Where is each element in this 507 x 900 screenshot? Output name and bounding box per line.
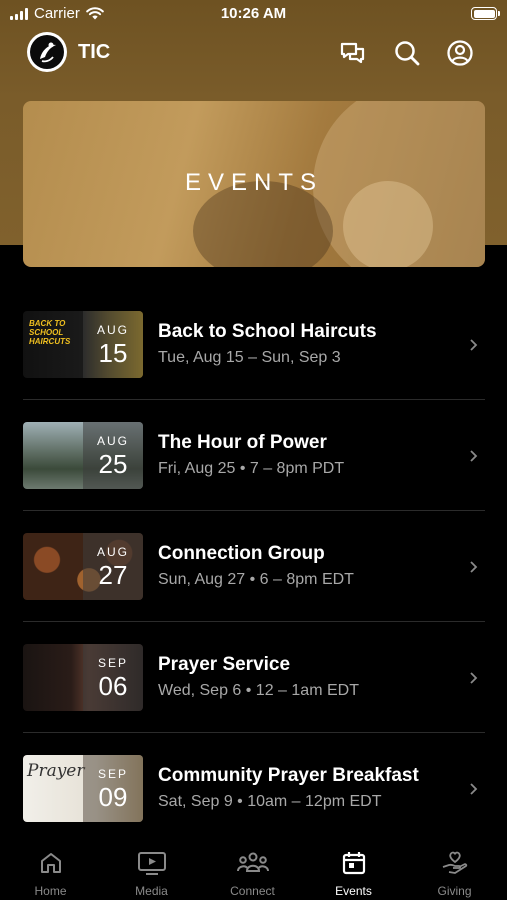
event-title: Back to School Haircuts: [158, 321, 377, 342]
event-date-range: Sun, Aug 27 • 6 – 8pm EDT: [158, 571, 354, 588]
date-month: AUG: [96, 323, 129, 337]
chevron-right-icon: [470, 783, 478, 795]
date-day: 27: [98, 560, 128, 590]
search-icon[interactable]: [392, 38, 422, 68]
people-icon: [236, 852, 269, 872]
date-month: SEP: [97, 767, 128, 781]
event-date-range: Fri, Aug 25 • 7 – 8pm PDT: [158, 460, 345, 477]
tab-events[interactable]: Events: [303, 833, 404, 900]
chat-icon[interactable]: [338, 38, 368, 68]
date-month: SEP: [97, 656, 128, 670]
tab-media[interactable]: Media: [101, 833, 202, 900]
date-day: 09: [98, 782, 128, 812]
event-date-range: Tue, Aug 15 – Sun, Sep 3: [158, 349, 341, 366]
chevron-right-icon: [470, 339, 478, 351]
event-row-community-prayer-breakfast[interactable]: Prayer SEP 09 Community Prayer Breakfast…: [23, 733, 485, 844]
event-row-back-to-school-haircuts[interactable]: BACK TO SCHOOL HAIRCUTS AUG 15 Back to S…: [23, 289, 485, 400]
event-thumbnail: Prayer SEP 09: [23, 755, 143, 822]
chevron-right-icon: [470, 672, 478, 684]
app-name: TIC: [78, 41, 111, 63]
tab-label: Connect: [230, 884, 275, 898]
event-title: Connection Group: [158, 543, 325, 564]
tab-label: Giving: [437, 884, 472, 898]
tab-connect[interactable]: Connect: [202, 833, 303, 900]
chevron-right-icon: [470, 450, 478, 462]
logo-icon[interactable]: [27, 32, 67, 72]
battery-icon: [471, 7, 500, 20]
date-badge: AUG 27: [83, 533, 143, 600]
event-title: The Hour of Power: [158, 432, 327, 453]
chevron-right-icon: [470, 561, 478, 573]
home-icon: [40, 853, 61, 873]
date-day: 15: [98, 338, 128, 368]
date-badge: AUG 15: [83, 311, 143, 378]
event-row-connection-group[interactable]: AUG 27 Connection Group Sun, Aug 27 • 6 …: [23, 511, 485, 622]
event-row-hour-of-power[interactable]: AUG 25 The Hour of Power Fri, Aug 25 • 7…: [23, 400, 485, 511]
status-time: 10:26 AM: [220, 5, 287, 22]
event-row-prayer-service[interactable]: SEP 06 Prayer Service Wed, Sep 6 • 12 – …: [23, 622, 485, 733]
events-banner: EVENTS: [23, 101, 485, 267]
date-badge: SEP 06: [83, 644, 143, 711]
giving-icon: [442, 851, 467, 874]
event-thumbnail: SEP 06: [23, 644, 143, 711]
date-badge: AUG 25: [83, 422, 143, 489]
event-thumbnail: AUG 27: [23, 533, 143, 600]
banner-title: EVENTS: [184, 169, 324, 196]
date-day: 06: [98, 671, 128, 701]
media-icon: [137, 852, 166, 875]
tab-bar: Home Media Connect Events Giving: [0, 833, 507, 900]
date-month: AUG: [96, 434, 129, 448]
status-bar: Carrier 10:26 AM: [0, 0, 507, 28]
event-thumbnail: BACK TO SCHOOL HAIRCUTS AUG 15: [23, 311, 143, 378]
date-day: 25: [98, 449, 128, 479]
date-month: AUG: [96, 545, 129, 559]
event-list: BACK TO SCHOOL HAIRCUTS AUG 15 Back to S…: [23, 289, 485, 844]
tab-label: Media: [135, 884, 168, 898]
date-badge: SEP 09: [83, 755, 143, 822]
event-title: Community Prayer Breakfast: [158, 765, 419, 786]
calendar-icon: [342, 852, 365, 875]
event-date-range: Sat, Sep 9 • 10am – 12pm EDT: [158, 793, 382, 810]
event-thumbnail: AUG 25: [23, 422, 143, 489]
event-title: Prayer Service: [158, 654, 291, 675]
thumbnail-text: Prayer: [27, 761, 85, 781]
thumbnail-text: BACK TO SCHOOL HAIRCUTS: [29, 319, 71, 346]
tab-home[interactable]: Home: [0, 833, 101, 900]
tab-giving[interactable]: Giving: [404, 833, 505, 900]
nav-header: TIC: [0, 30, 507, 76]
tab-label: Home: [34, 884, 67, 898]
event-date-range: Wed, Sep 6 • 12 – 1am EDT: [158, 682, 359, 699]
account-icon[interactable]: [445, 38, 475, 68]
tab-label: Events: [335, 884, 372, 898]
